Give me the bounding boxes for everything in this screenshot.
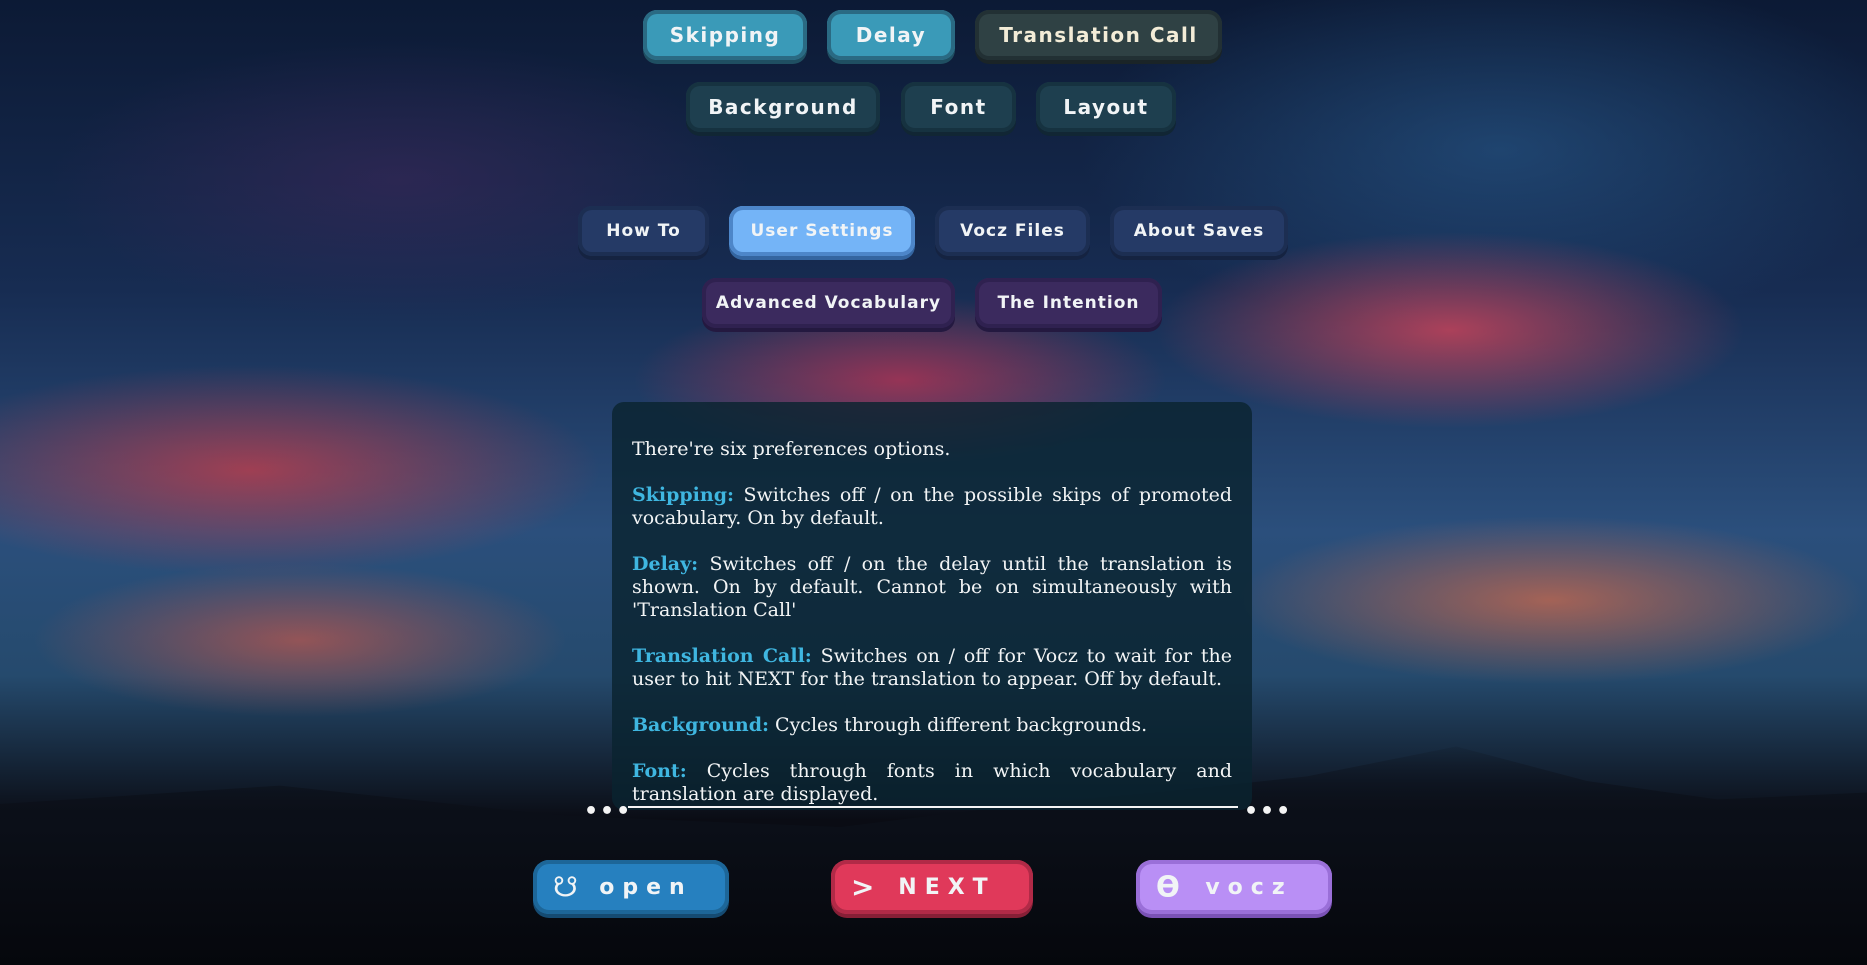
keyword-label: Delay: xyxy=(632,553,699,575)
panel-intro: There're six preferences options. xyxy=(632,438,951,460)
item-text: Switches off / on the delay until the tr… xyxy=(632,553,1232,621)
pref-layout-button[interactable]: Layout xyxy=(1036,82,1176,132)
pref-translation-call-button[interactable]: Translation Call xyxy=(975,10,1222,60)
vocz-label: vocz xyxy=(1205,874,1293,900)
nav-vocz-files-button[interactable]: Vocz Files xyxy=(935,206,1090,256)
keyword-label: Background: xyxy=(632,714,769,736)
item-text: Cycles through fonts in which vocabulary… xyxy=(632,760,1232,805)
panel-item-font: Font: Cycles through fonts in which voca… xyxy=(632,760,1232,806)
keyword-label: Font: xyxy=(632,760,687,782)
pref-delay-button[interactable]: Delay xyxy=(827,10,955,60)
scroll-dots-right: ••• xyxy=(1244,799,1293,824)
keyword-label: Skipping: xyxy=(632,484,735,506)
info-panel[interactable]: There're six preferences options. Skippi… xyxy=(612,402,1252,810)
nav-the-intention-button[interactable]: The Intention xyxy=(975,278,1162,328)
scroll-dots-left: ••• xyxy=(584,799,633,824)
nav-about-saves-button[interactable]: About Saves xyxy=(1110,206,1288,256)
panel-item-background: Background: Cycles through different bac… xyxy=(632,714,1232,737)
pref-background-button[interactable]: Background xyxy=(686,82,880,132)
nav-advanced-vocabulary-button[interactable]: Advanced Vocabulary xyxy=(702,278,955,328)
arrow-right-icon: > xyxy=(851,870,875,904)
open-label: open xyxy=(599,874,693,900)
nav-how-to-button[interactable]: How To xyxy=(578,206,709,256)
vocz-button[interactable]: ϴ vocz xyxy=(1136,860,1332,914)
pref-skipping-button[interactable]: Skipping xyxy=(643,10,807,60)
open-button[interactable]: ☋ open xyxy=(533,860,729,914)
item-text: Cycles through different backgrounds. xyxy=(769,714,1148,736)
next-button[interactable]: > NEXT xyxy=(831,860,1033,914)
ring-icon: ☋ xyxy=(553,870,578,904)
panel-item-skipping: Skipping: Switches off / on the possible… xyxy=(632,484,1232,530)
keyword-label: Translation Call: xyxy=(632,645,812,667)
next-label: NEXT xyxy=(898,874,996,900)
nav-user-settings-button[interactable]: User Settings xyxy=(729,206,915,256)
panel-item-delay: Delay: Switches off / on the delay until… xyxy=(632,553,1232,622)
scroll-divider xyxy=(628,806,1238,808)
theta-icon: ϴ xyxy=(1156,870,1180,904)
pref-font-button[interactable]: Font xyxy=(901,82,1016,132)
panel-item-translation-call: Translation Call: Switches on / off for … xyxy=(632,645,1232,691)
